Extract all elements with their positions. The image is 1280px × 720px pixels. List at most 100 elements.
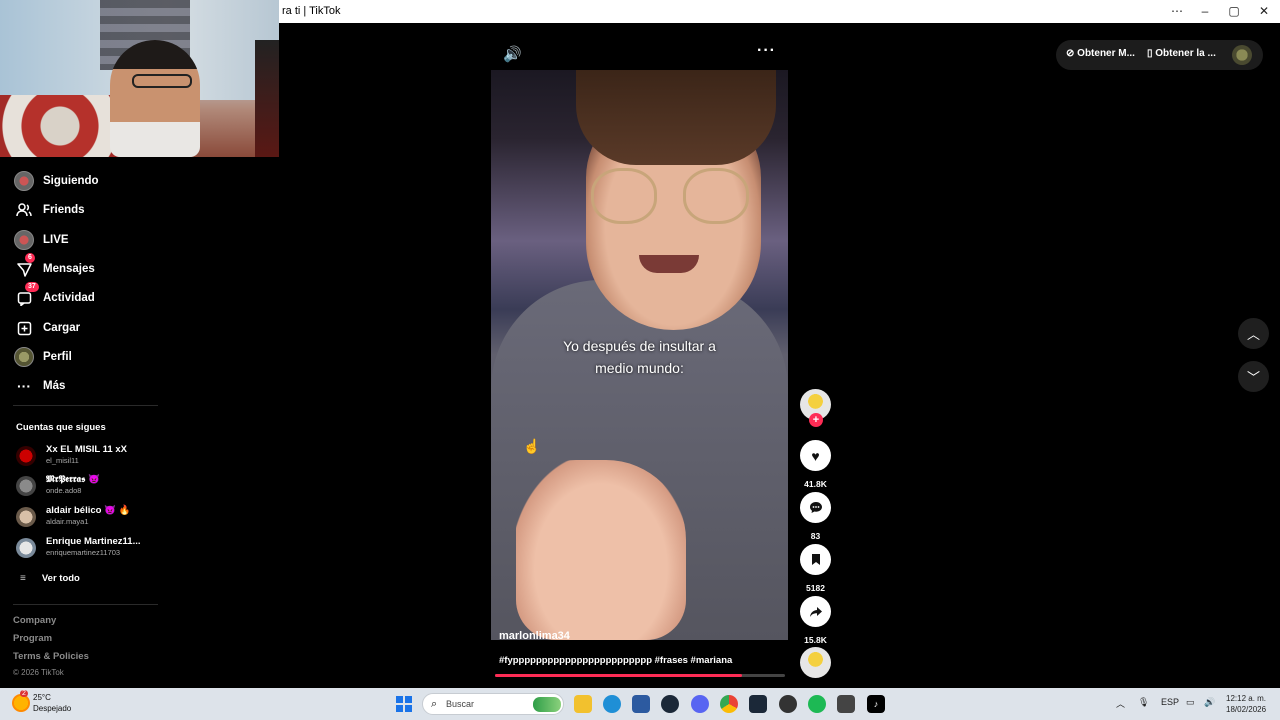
app-icon[interactable]	[779, 695, 797, 713]
comment-count: 83	[810, 531, 821, 541]
like-button[interactable]: ♥ 41.8K	[800, 440, 831, 489]
search-highlight-icon	[533, 697, 561, 712]
friends-icon	[13, 199, 35, 221]
follow-plus-icon[interactable]: +	[809, 413, 823, 427]
coin-icon: ⊘	[1066, 48, 1078, 59]
save-button[interactable]: 5182	[800, 544, 831, 593]
nav-item-activity[interactable]: 37 Actividad	[13, 282, 95, 310]
account-handle: enriquemartinez11703	[46, 548, 121, 557]
account-name: aldair bélico 👿 🔥	[46, 505, 131, 516]
nav-item-label: Siguiendo	[43, 175, 99, 187]
messages-icon: 6	[13, 253, 35, 280]
following-section-title: Cuentas que sigues	[16, 422, 106, 433]
terminal-icon[interactable]	[837, 695, 855, 713]
tiktok-icon[interactable]: ♪	[867, 695, 885, 713]
creator-avatar-button[interactable]: +	[800, 389, 831, 427]
previous-video-button[interactable]: ︿	[1238, 318, 1269, 349]
window-minimize-button[interactable]: –	[1190, 0, 1220, 23]
tray-chevron-up-icon[interactable]: ︿	[1116, 697, 1125, 710]
comment-button[interactable]: 83	[800, 492, 831, 541]
bookmark-icon	[800, 544, 831, 575]
hand-cursor-icon: ☝	[523, 438, 541, 454]
windows-taskbar: 2 25°C Despejado ⌕ Buscar ♪ ︿ 🎙 ESP ▭ 🔊 …	[0, 688, 1280, 720]
chrome-icon[interactable]	[720, 695, 738, 713]
upload-icon	[13, 317, 35, 339]
more-icon: ···	[17, 378, 31, 394]
volume-icon[interactable]: 🔊	[503, 45, 523, 63]
like-count: 41.8K	[804, 479, 827, 489]
speaker-icon[interactable]: 🔊	[1204, 697, 1215, 708]
network-icon[interactable]: ▭	[1186, 697, 1195, 708]
video-description[interactable]: #fypppppppppppppppppppppppp #frases #mar…	[499, 655, 732, 666]
account-avatar	[16, 446, 36, 466]
edge-icon[interactable]	[603, 695, 621, 713]
profile-avatar-icon	[13, 346, 35, 368]
nav-item-label: Friends	[43, 204, 85, 216]
weather-temp: 25°C	[33, 693, 51, 702]
store-icon[interactable]	[632, 695, 650, 713]
search-icon: ⌕	[431, 698, 438, 710]
video-progress-bar[interactable]	[495, 674, 785, 677]
nav-item-live[interactable]: LIVE	[13, 228, 69, 252]
next-video-button[interactable]: ﹀	[1238, 361, 1269, 392]
search-placeholder: Buscar	[446, 699, 475, 709]
nav-item-label: Perfil	[43, 351, 72, 363]
file-explorer-icon[interactable]	[574, 695, 592, 713]
discord-icon[interactable]	[691, 695, 709, 713]
steam-app-icon[interactable]	[749, 695, 767, 713]
activity-icon: 37	[13, 282, 39, 309]
nav-item-label: Actividad	[43, 292, 95, 304]
footer-link-program[interactable]: Program	[13, 633, 52, 644]
account-avatar	[16, 538, 36, 558]
comment-icon	[800, 492, 831, 523]
messages-badge: 6	[25, 253, 35, 263]
following-account-item[interactable]: Enrique Martinez11... enriquemartinez117…	[16, 535, 166, 561]
nav-item-more[interactable]: ··· Más	[13, 374, 65, 398]
taskbar-search-box[interactable]: ⌕ Buscar	[422, 693, 564, 715]
nav-item-profile[interactable]: Perfil	[13, 345, 72, 369]
footer-link-company[interactable]: Company	[13, 615, 56, 626]
list-icon: ≡	[20, 573, 26, 584]
window-maximize-button[interactable]: ▢	[1219, 0, 1249, 23]
footer-link-terms[interactable]: Terms & Policies	[13, 651, 89, 662]
webcam-guitar	[255, 40, 279, 157]
weather-widget[interactable]: 2 25°C Despejado	[12, 690, 71, 714]
steam-icon[interactable]	[661, 695, 679, 713]
windows-start-icon[interactable]	[396, 696, 412, 712]
following-account-item[interactable]: 𝕸𝖗𝕻𝖊𝖗𝖗𝖆𝖘 👿 onde.ado8	[16, 473, 166, 499]
nav-item-friends[interactable]: Friends	[13, 198, 85, 222]
video-author[interactable]: marlonlima34	[499, 630, 570, 642]
video-more-options-icon[interactable]: ···	[757, 42, 776, 60]
see-all-button[interactable]: ≡ Ver todo	[20, 573, 80, 584]
tiktok-app-window: ra ti | TikTok ⋯ – ▢ ✕ Siguiendo Friends…	[0, 0, 1280, 720]
music-disc-button[interactable]	[800, 647, 831, 678]
following-account-item[interactable]: Xx EL MISIL 11 xX el_misil11	[16, 443, 166, 469]
weather-desc: Despejado	[33, 704, 72, 713]
following-avatar-icon	[13, 170, 35, 192]
account-handle: el_misil11	[46, 456, 79, 465]
chevron-up-icon: ︿	[1246, 327, 1260, 342]
nav-item-messages[interactable]: 6 Mensajes	[13, 253, 95, 281]
get-coins-button[interactable]: ⊘ Obtener M...	[1066, 48, 1135, 59]
following-account-item[interactable]: aldair bélico 👿 🔥 aldair.maya1	[16, 504, 166, 530]
nav-item-following[interactable]: Siguiendo	[13, 169, 99, 193]
nav-item-label: Mensajes	[43, 263, 95, 275]
taskbar-clock[interactable]: 12:12 a. m. 18/02/2026	[1226, 693, 1266, 715]
get-app-button[interactable]: ▯ Obtener la ...	[1147, 48, 1216, 59]
caption-line: medio mundo:	[595, 360, 684, 376]
share-button[interactable]: 15.8K	[800, 596, 831, 645]
nav-item-label: LIVE	[43, 234, 69, 246]
sidebar-divider	[13, 604, 158, 605]
video-person-hair	[576, 70, 776, 165]
profile-avatar[interactable]	[1232, 45, 1252, 65]
spotify-icon[interactable]	[808, 695, 826, 713]
window-title: ra ti | TikTok	[282, 5, 341, 17]
share-count: 15.8K	[804, 635, 827, 645]
account-handle: aldair.maya1	[46, 517, 89, 526]
weather-text: 25°C Despejado	[33, 692, 71, 714]
microphone-icon[interactable]: 🎙	[1138, 697, 1149, 708]
nav-item-upload[interactable]: Cargar	[13, 316, 80, 340]
language-indicator[interactable]: ESP	[1161, 697, 1179, 707]
window-menu-button[interactable]: ⋯	[1162, 0, 1192, 23]
window-close-button[interactable]: ✕	[1249, 0, 1279, 23]
